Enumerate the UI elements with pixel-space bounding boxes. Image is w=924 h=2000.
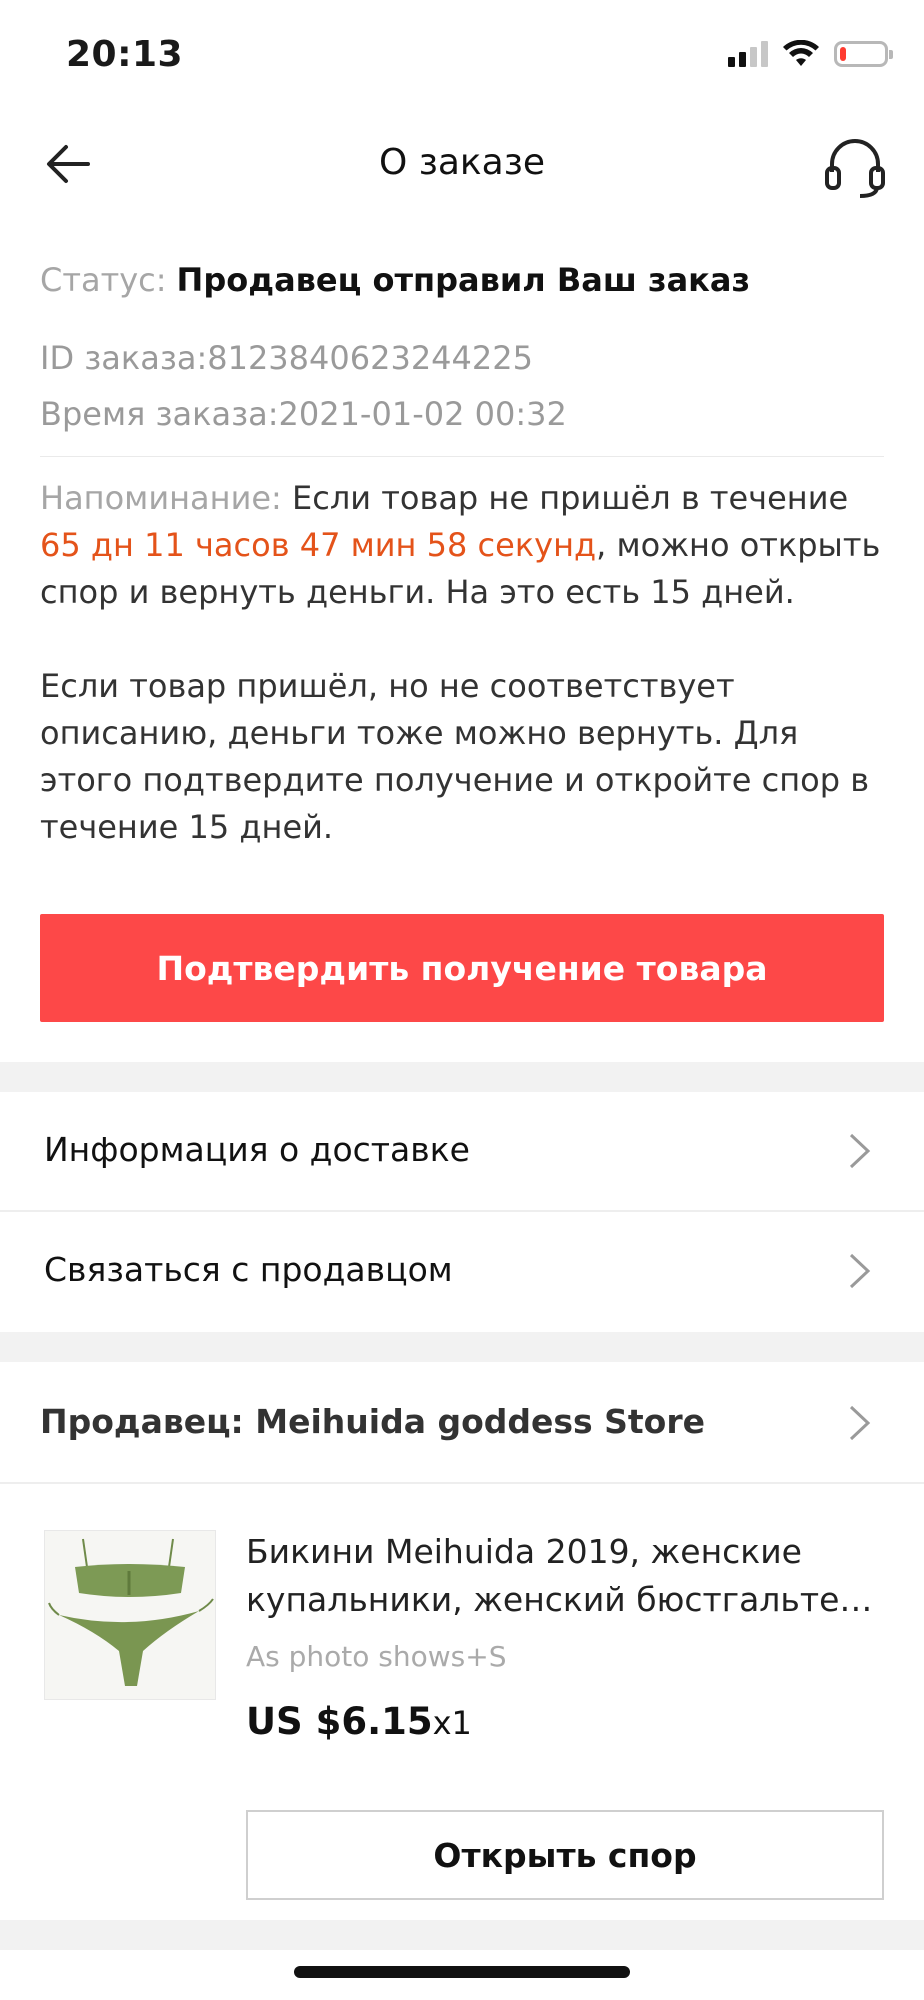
reminder-text-2: Если товар пришёл, но не соответствует о… xyxy=(40,667,870,846)
cellular-signal-icon xyxy=(728,41,768,67)
reminder-before: Если товар не пришёл в течение xyxy=(281,479,849,517)
seller-name: Продавец: Meihuida goddess Store xyxy=(40,1402,706,1441)
status-value: Продавец отправил Ваш заказ xyxy=(176,261,751,299)
product-image[interactable] xyxy=(44,1530,216,1700)
seller-store-row[interactable]: Продавец: Meihuida goddess Store xyxy=(0,1362,924,1482)
order-time: Время заказа:2021-01-02 00:32 xyxy=(40,395,567,433)
delivery-info-label: Информация о доставке xyxy=(44,1130,470,1169)
bikini-image xyxy=(45,1531,215,1699)
divider xyxy=(0,1482,924,1484)
confirm-receipt-button[interactable]: Подтвердить получение товара xyxy=(40,914,884,1022)
page-title: О заказе xyxy=(378,142,546,183)
chevron-right-icon xyxy=(849,1405,871,1441)
reminder-countdown: 65 дн 11 часов 47 мин 58 секунд xyxy=(40,526,597,564)
product-title[interactable]: Бикини Meihuida 2019, женские купальники… xyxy=(246,1528,886,1624)
reminder-text: Напоминание: Если товар не пришёл в тече… xyxy=(40,475,884,616)
home-indicator xyxy=(294,1966,630,1978)
product-variant: As photo shows+S xyxy=(246,1640,507,1673)
section-gap xyxy=(0,1062,924,1092)
reminder-label: Напоминание: xyxy=(40,479,282,517)
chevron-right-icon xyxy=(849,1253,871,1289)
battery-icon xyxy=(834,41,893,67)
status-icons xyxy=(728,40,893,68)
status-label: Статус: xyxy=(40,261,167,299)
quantity: x1 xyxy=(432,1704,472,1742)
status-time: 20:13 xyxy=(66,34,184,75)
order-id: ID заказа:8123840623244225 xyxy=(40,339,533,377)
product-price: US $6.15x1 xyxy=(246,1700,472,1743)
battery-level xyxy=(840,47,846,61)
section-gap xyxy=(0,1332,924,1362)
divider xyxy=(40,456,884,457)
nav-bar: О заказе xyxy=(0,112,924,216)
section-gap xyxy=(0,1920,924,1950)
chevron-right-icon xyxy=(849,1133,871,1169)
contact-seller-row[interactable]: Связаться с продавцом xyxy=(0,1212,924,1330)
headset-icon[interactable] xyxy=(820,132,890,202)
delivery-info-row[interactable]: Информация о доставке xyxy=(0,1092,924,1210)
contact-seller-label: Связаться с продавцом xyxy=(44,1250,453,1289)
order-status: Статус: Продавец отправил Ваш заказ xyxy=(40,250,884,310)
order-info: Статус: Продавец отправил Ваш заказ ID за… xyxy=(40,250,884,851)
order-meta: ID заказа:8123840623244225 Время заказа:… xyxy=(40,330,884,442)
price-value: US $6.15 xyxy=(246,1700,433,1743)
open-dispute-button[interactable]: Открыть спор xyxy=(246,1810,884,1900)
wifi-icon xyxy=(783,40,819,66)
status-bar: 20:13 xyxy=(0,0,924,112)
